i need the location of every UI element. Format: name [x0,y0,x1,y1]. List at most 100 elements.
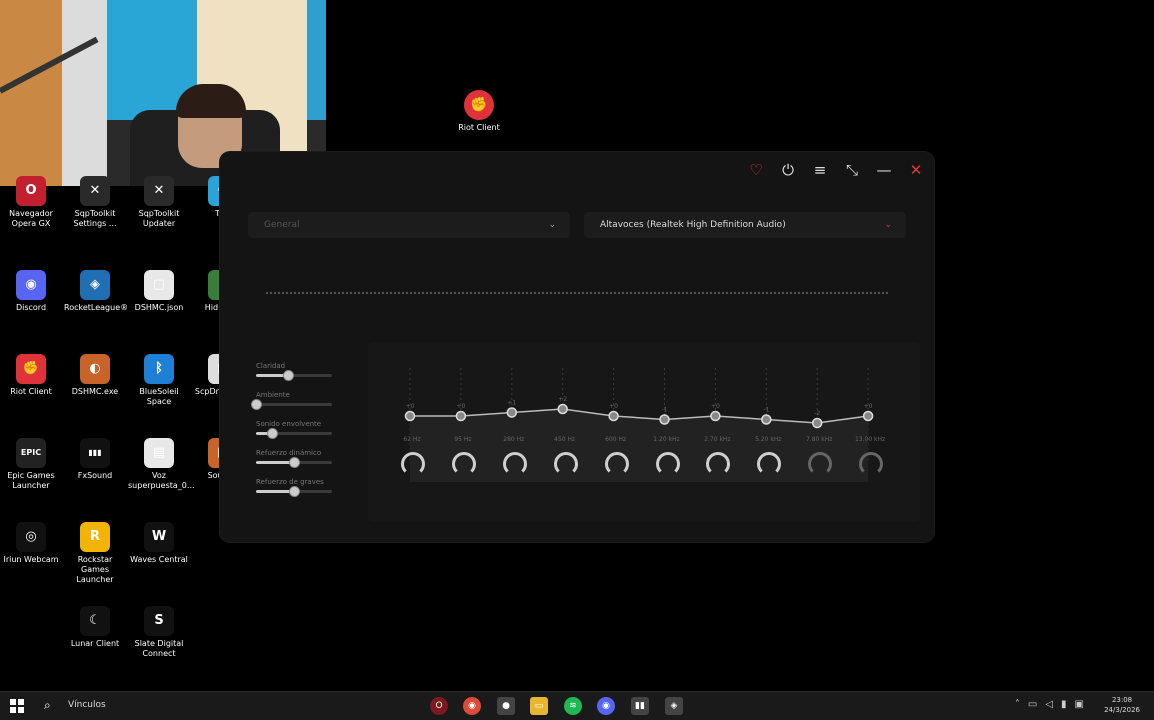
band-frequency-label: 1.20 kHz [653,436,680,443]
collapse-icon[interactable]: ⤡ [842,160,862,180]
slider-handle[interactable] [289,457,300,468]
effect-slider[interactable]: Sonido envolvente [256,420,336,439]
desktop-icon-label: Rockstar Games Launcher [76,555,114,584]
band-frequency-label: 280 Hz [503,436,525,443]
desktop-icon[interactable]: ✕ SqpToolkit Updater [128,176,190,229]
menu-icon[interactable]: ≡ [810,160,830,180]
band-frequency-label: 5.20 kHz [755,436,782,443]
band-gain-handle[interactable] [862,410,874,422]
desktop-icon-label: Waves Central [130,555,188,564]
band-frequency-label: 2.70 kHz [704,436,731,443]
band-gain-handle[interactable] [659,414,670,425]
band-toggle-knob[interactable] [655,452,680,476]
slider-handle[interactable] [289,486,300,497]
slider-label: Sonido envolvente [256,420,322,428]
desktop-icon[interactable]: ▢ DSHMC.json [128,270,190,313]
slider-handle[interactable] [266,428,278,439]
slider-handle[interactable] [282,370,294,381]
microphone-icon[interactable]: ▮ [1061,699,1067,710]
desktop-icon[interactable]: O Navegador Opera GX [0,176,62,229]
device-icon[interactable]: ▣ [1075,699,1084,710]
windows-start-icon[interactable] [10,699,24,713]
app-icon: ▤ [144,438,174,468]
device-dropdown[interactable]: Altavoces (Realtek High Definition Audio… [584,212,906,238]
power-icon[interactable]: ⏻ [778,160,798,180]
band-gain-handle[interactable] [455,410,467,422]
band-frequency-label: 600 Hz [605,436,627,443]
close-icon[interactable]: ✕ [906,160,926,180]
slider-handle[interactable] [251,399,262,410]
app-icon: ☾ [80,606,110,636]
desktop-icon[interactable]: W Waves Central [128,522,190,565]
volume-icon[interactable]: ◁ [1045,699,1053,710]
effect-slider[interactable]: Refuerzo dinámico [256,449,336,468]
desktop-icon[interactable]: ▤ Voz superpuesta_0... [128,438,195,491]
preset-dropdown[interactable]: General ⌄ [248,212,570,238]
search-icon[interactable]: ⌕ [44,698,51,713]
band-gain-handle[interactable] [761,414,772,425]
rocket-league-taskbar-icon[interactable]: ◈ [665,697,683,715]
band-gain-label: +0 [406,403,415,410]
desktop-icon[interactable]: ✊ Riot Client [0,354,62,397]
chevron-down-icon: ⌄ [884,220,892,230]
file-explorer-taskbar-icon[interactable]: ▭ [530,697,548,715]
network-icon[interactable]: ▭ [1028,699,1037,710]
slider-label: Refuerzo dinámico [256,449,322,457]
desktop-icon[interactable]: ◎ Iriun Webcam [0,522,62,565]
app-icon: ᛒ [144,354,174,384]
band-gain-handle[interactable] [404,410,416,422]
device-value: Altavoces (Realtek High Definition Audio… [600,220,786,230]
desktop-icon[interactable]: ◈ RocketLeague® [64,270,128,313]
obs-taskbar-icon[interactable]: ● [497,697,515,715]
desktop-icon[interactable]: ✕ SqpToolkit Settings ... [64,176,126,229]
discord-taskbar-icon[interactable]: ◉ [597,697,615,715]
band-toggle-knob[interactable] [553,452,578,476]
band-toggle-knob[interactable] [502,452,527,476]
favorite-heart-icon[interactable]: ♡ [746,160,766,180]
desktop-icon[interactable]: S Slate Digital Connect [128,606,190,659]
spotify-taskbar-icon[interactable]: ≋ [564,697,582,715]
desktop-icon[interactable]: EPIC Epic Games Launcher [0,438,62,491]
chrome-taskbar-icon[interactable]: ◉ [463,697,481,715]
band-toggle-knob[interactable] [451,452,476,476]
effect-slider[interactable]: Refuerzo de graves [256,478,336,497]
clock[interactable]: 23:08 24/3/2026 [1104,695,1140,715]
band-frequency-label: 95 Hz [454,436,472,443]
opera-gx-taskbar-icon[interactable]: O [430,697,448,715]
desktop-icon[interactable]: ᛒ BlueSoleil Space [128,354,190,407]
band-toggle-knob[interactable] [401,452,425,476]
band-gain-handle[interactable] [557,403,568,415]
desktop-icon[interactable]: ◉ Discord [0,270,62,313]
app-icon: ◐ [80,354,110,384]
app-icon: ◉ [16,270,46,300]
clock-time: 23:08 [1111,696,1133,704]
fxsound-taskbar-icon[interactable]: ▮▮ [631,697,649,715]
desktop-icon[interactable]: ☾ Lunar Client [64,606,126,649]
desktop-icon[interactable]: R Rockstar Games Launcher [64,522,126,585]
links-toolbar-label[interactable]: Vínculos [68,700,106,710]
band-gain-label: +0 [609,403,618,410]
band-frequency-label: 62 Hz [403,436,421,443]
clock-date: 24/3/2026 [1104,706,1140,714]
band-toggle-knob[interactable] [604,452,629,476]
slider-track[interactable] [256,403,332,406]
minimize-icon[interactable]: — [874,160,894,180]
band-toggle-knob[interactable] [808,452,833,476]
band-gain-handle[interactable] [506,407,518,418]
chevron-up-icon[interactable]: ˄ [1015,699,1020,710]
desktop-icon-riot-client[interactable]: ✊ Riot Client [455,90,503,132]
band-gain-handle[interactable] [608,410,619,422]
eq-curve: +0 +0 +1 +2 +0 -1 +0 -1 -2 +0 [404,368,874,482]
spectrum-visualizer [266,292,888,294]
band-frequency-label: 7.80 kHz [805,436,833,443]
equalizer-window: ♡ ⏻ ≡ ⤡ — ✕ General ⌄ Altavoces (Realtek… [220,152,934,542]
desktop-icon[interactable]: ◐ DSHMC.exe [64,354,126,397]
band-toggle-knob[interactable] [859,452,884,476]
band-gain-handle[interactable] [811,417,823,429]
desktop-icon[interactable]: ▮▮▮ FxSound [64,438,126,481]
band-gain-handle[interactable] [710,410,721,422]
effect-slider[interactable]: Ambiente [251,391,336,410]
app-icon: O [16,176,46,206]
effect-slider[interactable]: Claridad [256,362,336,381]
desktop-icon-label: FxSound [77,471,113,480]
